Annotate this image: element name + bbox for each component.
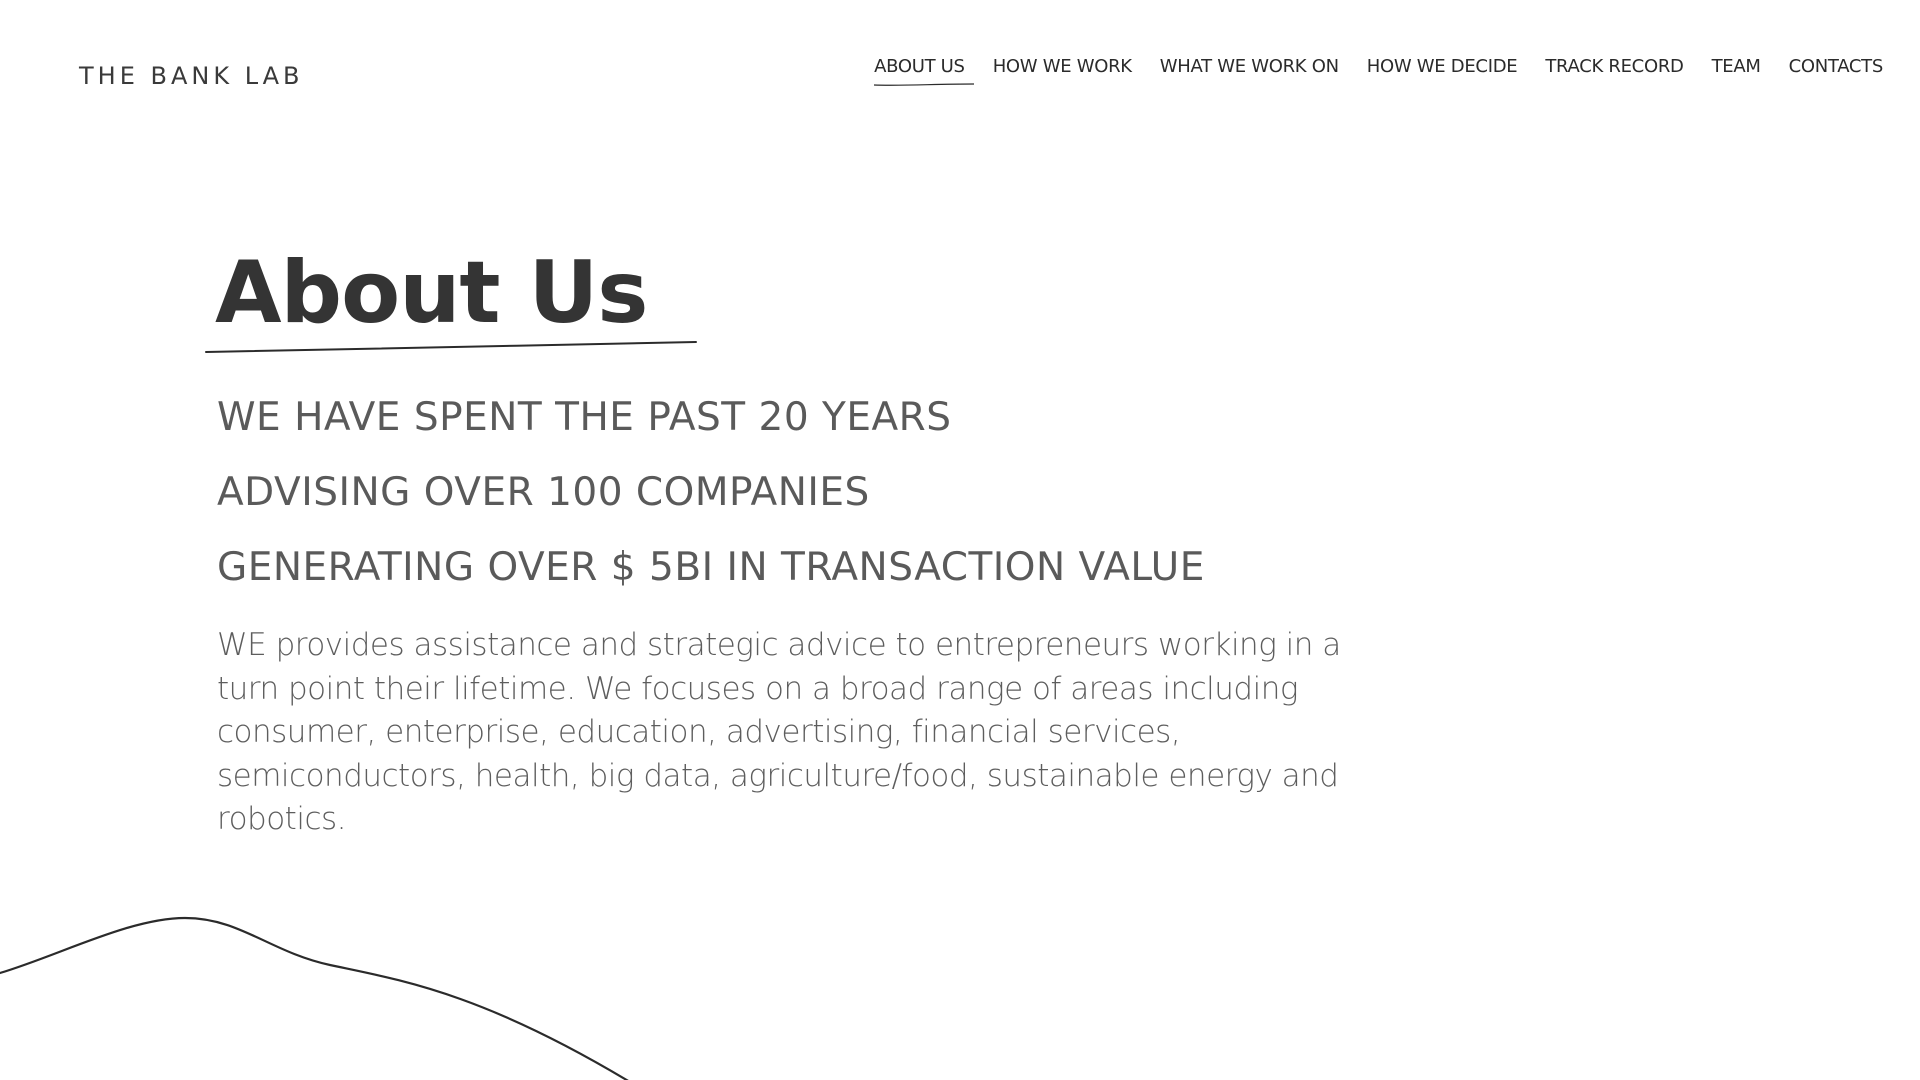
stat-line: WE HAVE SPENT THE PAST 20 YEARS bbox=[217, 395, 952, 440]
nav-active-underline bbox=[874, 83, 975, 86]
nav-link-how-we-work[interactable]: HOW WE WORK bbox=[993, 56, 1132, 77]
nav-item-how-we-work: HOW WE WORK bbox=[993, 56, 1132, 77]
brand-logo[interactable]: THE BANK LAB bbox=[79, 62, 304, 90]
main-nav: ABOUT US HOW WE WORK WHAT WE WORK ON HOW… bbox=[874, 56, 1884, 86]
nav-link-team[interactable]: TEAM bbox=[1712, 56, 1761, 77]
nav-item-how-we-decide: HOW WE DECIDE bbox=[1367, 56, 1518, 77]
nav-link-track-record[interactable]: TRACK RECORD bbox=[1545, 56, 1684, 77]
title-underline bbox=[205, 341, 697, 353]
stat-line: ADVISING OVER 100 COMPANIES bbox=[217, 470, 870, 515]
nav-item-team: TEAM bbox=[1712, 56, 1761, 77]
nav-link-how-we-decide[interactable]: HOW WE DECIDE bbox=[1367, 56, 1518, 77]
page: THE BANK LAB ABOUT US HOW WE WORK WHAT W… bbox=[0, 0, 1920, 1080]
stats-list: WE HAVE SPENT THE PAST 20 YEARS ADVISING… bbox=[217, 380, 1205, 605]
decorative-wave-line bbox=[0, 916, 629, 1080]
about-description: WE provides assistance and strategic adv… bbox=[217, 627, 1341, 837]
nav-item-about-us: ABOUT US bbox=[874, 56, 975, 86]
stat-line: GENERATING OVER $ 5BI IN TRANSACTION VAL… bbox=[217, 545, 1205, 590]
nav-item-contacts: CONTACTS bbox=[1789, 56, 1884, 77]
nav-item-track-record: TRACK RECORD bbox=[1545, 56, 1684, 77]
page-title: About Us bbox=[215, 243, 648, 343]
nav-item-what-we-work-on: WHAT WE WORK ON bbox=[1160, 56, 1339, 77]
nav-link-about-us[interactable]: ABOUT US bbox=[874, 56, 965, 77]
nav-link-what-we-work-on[interactable]: WHAT WE WORK ON bbox=[1160, 56, 1339, 77]
nav-link-contacts[interactable]: CONTACTS bbox=[1789, 56, 1884, 77]
